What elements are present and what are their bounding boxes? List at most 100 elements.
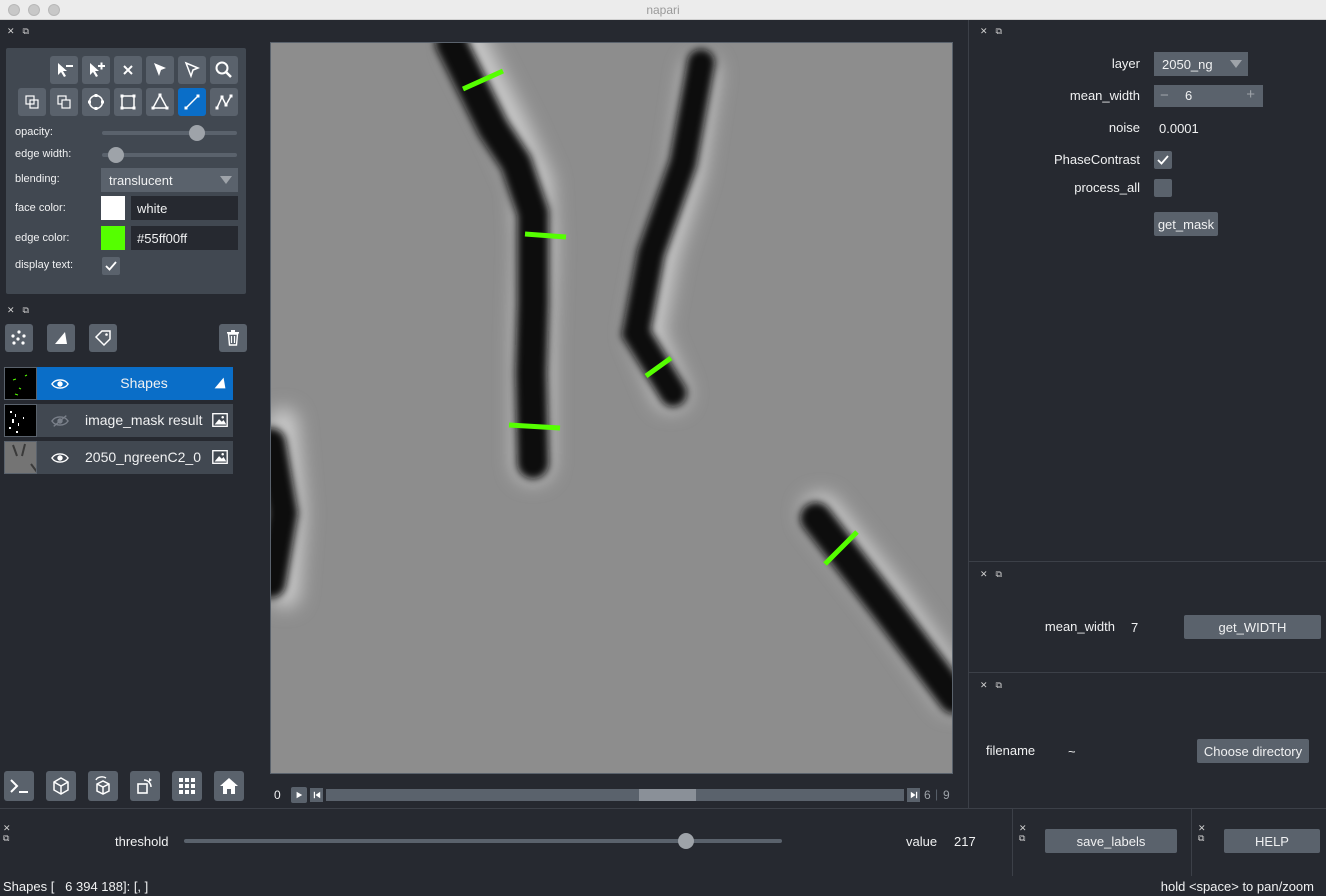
layer-select[interactable]: 2050_ng xyxy=(1154,52,1248,76)
layer-thumbnail xyxy=(4,404,37,437)
threshold-slider-handle[interactable] xyxy=(678,833,695,849)
last-slice-button[interactable] xyxy=(907,788,920,802)
current-slice-label: 0 xyxy=(274,788,281,802)
edge-color-swatch[interactable] xyxy=(101,226,125,250)
opacity-slider-handle[interactable] xyxy=(188,125,205,141)
decrement-icon[interactable]: − xyxy=(1160,87,1169,104)
layer-row-2050-ngreen[interactable]: 2050_ngreenC2_0 xyxy=(4,441,233,474)
remove-vertex-button[interactable] xyxy=(50,56,78,84)
add-ellipse-button[interactable] xyxy=(82,88,110,116)
add-rectangle-button[interactable] xyxy=(114,88,142,116)
add-line-button[interactable] xyxy=(178,88,206,116)
grid-view-button[interactable] xyxy=(172,771,202,801)
float-icon[interactable]: ⧉ xyxy=(23,305,29,315)
float-icon[interactable]: ⧉ xyxy=(996,680,1002,690)
choose-directory-button[interactable]: Choose directory xyxy=(1197,739,1309,763)
threshold-dock-controls: ✕ ⧉ xyxy=(3,823,11,843)
help-hint-text: hold <space> to pan/zoom xyxy=(1160,879,1314,894)
opacity-slider[interactable] xyxy=(102,131,237,135)
eye-icon[interactable] xyxy=(51,375,69,393)
toggle-ndisplay-button[interactable] xyxy=(46,771,76,801)
face-color-swatch[interactable] xyxy=(101,196,125,220)
home-button[interactable] xyxy=(214,771,244,801)
transpose-dims-button[interactable] xyxy=(130,771,160,801)
mean-width-label: mean_width xyxy=(1044,619,1115,634)
add-vertex-button[interactable] xyxy=(82,56,110,84)
play-button[interactable] xyxy=(291,787,307,803)
file-widget-dock-controls: ✕ ⧉ xyxy=(980,680,1010,690)
get-width-button[interactable]: get_WIDTH xyxy=(1184,615,1321,639)
image-icon xyxy=(212,413,228,427)
viewer-canvas[interactable] xyxy=(270,42,953,774)
close-icon[interactable]: ✕ xyxy=(980,26,988,36)
slice-max-label: 6 xyxy=(924,788,931,802)
float-icon[interactable]: ⧉ xyxy=(1198,833,1204,843)
close-icon[interactable]: ✕ xyxy=(980,680,988,690)
layer-row-image-mask[interactable]: image_mask result xyxy=(4,404,233,437)
edge-color-input[interactable]: #55ff00ff xyxy=(131,226,238,250)
play-icon xyxy=(296,791,303,799)
console-button[interactable] xyxy=(4,771,34,801)
slice-separator: | xyxy=(935,787,939,801)
add-polygon-button[interactable] xyxy=(146,88,174,116)
float-icon[interactable]: ⧉ xyxy=(23,26,29,36)
close-icon[interactable]: ✕ xyxy=(980,569,988,579)
mean-width-spinbox[interactable]: − 6 + xyxy=(1154,85,1263,107)
layer-row-shapes[interactable]: Shapes xyxy=(4,367,233,400)
move-back-button[interactable] xyxy=(18,88,46,116)
dims-slider-handle[interactable] xyxy=(638,789,696,801)
select-shapes-button[interactable] xyxy=(146,56,174,84)
close-icon[interactable]: ✕ xyxy=(7,305,15,315)
move-front-button[interactable] xyxy=(50,88,78,116)
phase-contrast-checkbox[interactable] xyxy=(1154,151,1172,169)
new-labels-layer-button[interactable] xyxy=(89,324,117,352)
face-color-input[interactable]: white xyxy=(131,196,238,220)
eye-hidden-icon[interactable] xyxy=(51,412,69,430)
direct-select-button[interactable] xyxy=(178,56,206,84)
first-slice-button[interactable] xyxy=(310,788,323,802)
save-labels-button[interactable]: save_labels xyxy=(1045,829,1177,853)
chevron-down-icon xyxy=(1230,60,1242,68)
close-icon[interactable]: ✕ xyxy=(7,26,15,36)
add-path-button[interactable] xyxy=(210,88,238,116)
blending-dropdown[interactable]: translucent xyxy=(101,168,238,192)
dims-slider-track[interactable] xyxy=(326,789,904,801)
layer-name[interactable]: 2050_ngreenC2_0 xyxy=(85,449,203,465)
eye-icon[interactable] xyxy=(51,449,69,467)
ellipse-icon xyxy=(88,94,104,110)
mean-width-input[interactable]: 7 xyxy=(1125,615,1177,639)
get-mask-button[interactable]: get_mask xyxy=(1154,212,1218,236)
help-dock-controls: ✕ ⧉ xyxy=(1198,823,1206,843)
float-icon[interactable]: ⧉ xyxy=(1019,833,1025,843)
zoom-button[interactable] xyxy=(210,56,238,84)
close-icon[interactable]: ✕ xyxy=(3,823,11,833)
points-icon xyxy=(11,330,26,345)
chevron-down-icon xyxy=(220,176,232,184)
threshold-value-input[interactable]: 217 xyxy=(948,829,998,853)
dock-divider xyxy=(969,672,1326,673)
new-shapes-layer-button[interactable] xyxy=(47,324,75,352)
dock-divider xyxy=(969,561,1326,562)
display-text-checkbox[interactable] xyxy=(102,257,120,275)
layer-name[interactable]: image_mask result xyxy=(85,412,203,428)
grid-icon xyxy=(179,778,195,794)
close-icon[interactable]: ✕ xyxy=(1019,823,1027,833)
layer-name[interactable]: Shapes xyxy=(85,375,203,391)
help-button[interactable]: HELP xyxy=(1224,829,1320,853)
delete-layer-button[interactable] xyxy=(219,324,247,352)
increment-icon[interactable]: + xyxy=(1246,86,1255,103)
filename-input[interactable]: ~ xyxy=(1062,739,1190,763)
edge-width-slider-handle[interactable] xyxy=(107,147,124,163)
roll-dims-button[interactable] xyxy=(88,771,118,801)
float-icon[interactable]: ⧉ xyxy=(996,569,1002,579)
delete-shape-button[interactable] xyxy=(114,56,142,84)
float-icon[interactable]: ⧉ xyxy=(3,833,9,843)
noise-input[interactable]: 0.0001 xyxy=(1153,117,1221,140)
noise-label: noise xyxy=(1108,120,1140,135)
slice-total-label: 9 xyxy=(943,788,950,802)
new-points-layer-button[interactable] xyxy=(5,324,33,352)
close-icon[interactable]: ✕ xyxy=(1198,823,1206,833)
float-icon[interactable]: ⧉ xyxy=(996,26,1002,36)
process-all-checkbox[interactable] xyxy=(1154,179,1172,197)
mask-widget-dock-controls: ✕ ⧉ xyxy=(980,26,1010,36)
